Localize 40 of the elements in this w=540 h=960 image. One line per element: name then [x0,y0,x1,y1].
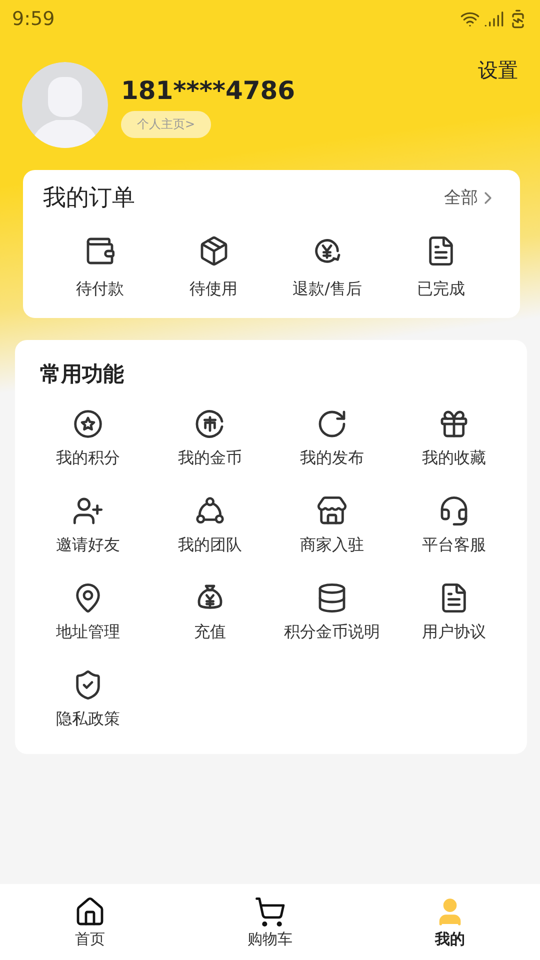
avatar-icon [22,62,108,148]
add-user-icon [72,495,104,527]
order-status-label[interactable]: 待付款 [76,279,124,300]
function-label[interactable]: 平台客服 [422,535,486,556]
coin-icon [194,408,226,440]
order-status-label[interactable]: 已完成 [417,279,466,300]
orders-title: 我的订单 [43,184,135,213]
refresh-icon [316,408,348,440]
headset-icon [438,495,470,527]
functions-title: 常用功能 [39,362,124,386]
phone-number: 181****4786 [121,76,296,105]
function-label[interactable]: 我的团队 [178,535,242,556]
function-label[interactable]: 商家入驻 [300,535,364,556]
function-label[interactable]: 隐私政策 [56,709,120,730]
function-label[interactable]: 用户协议 [422,622,486,643]
order-status-label[interactable]: 退款/售后 [292,279,362,300]
cart-icon [254,896,286,928]
all-orders-link[interactable]: 全部 [444,186,498,209]
function-label[interactable]: 邀请好友 [56,535,120,556]
tab-label: 我的 [435,930,465,948]
function-label[interactable]: 充值 [194,622,226,643]
tab-item[interactable]: 购物车 [180,884,360,960]
database-icon [316,582,348,614]
settings-link[interactable]: 设置 [478,57,518,84]
function-label[interactable]: 我的发布 [300,448,364,469]
signal-icon [484,9,504,29]
tab-item[interactable]: 我的 [360,884,540,960]
function-label[interactable]: 积分金币说明 [284,622,380,643]
function-label[interactable]: 我的积分 [56,448,120,469]
status-time: 9:59 [12,8,55,30]
home-icon [74,896,106,928]
gift-icon [438,408,470,440]
tab-label: 首页 [75,930,105,948]
tab-item[interactable]: 首页 [0,884,180,960]
function-label[interactable]: 地址管理 [56,622,120,643]
function-label[interactable]: 我的金币 [178,448,242,469]
tab-label: 购物车 [248,930,292,948]
order-status-label[interactable]: 待使用 [190,279,238,300]
store-icon [316,495,348,527]
function-label[interactable]: 我的收藏 [422,448,486,469]
